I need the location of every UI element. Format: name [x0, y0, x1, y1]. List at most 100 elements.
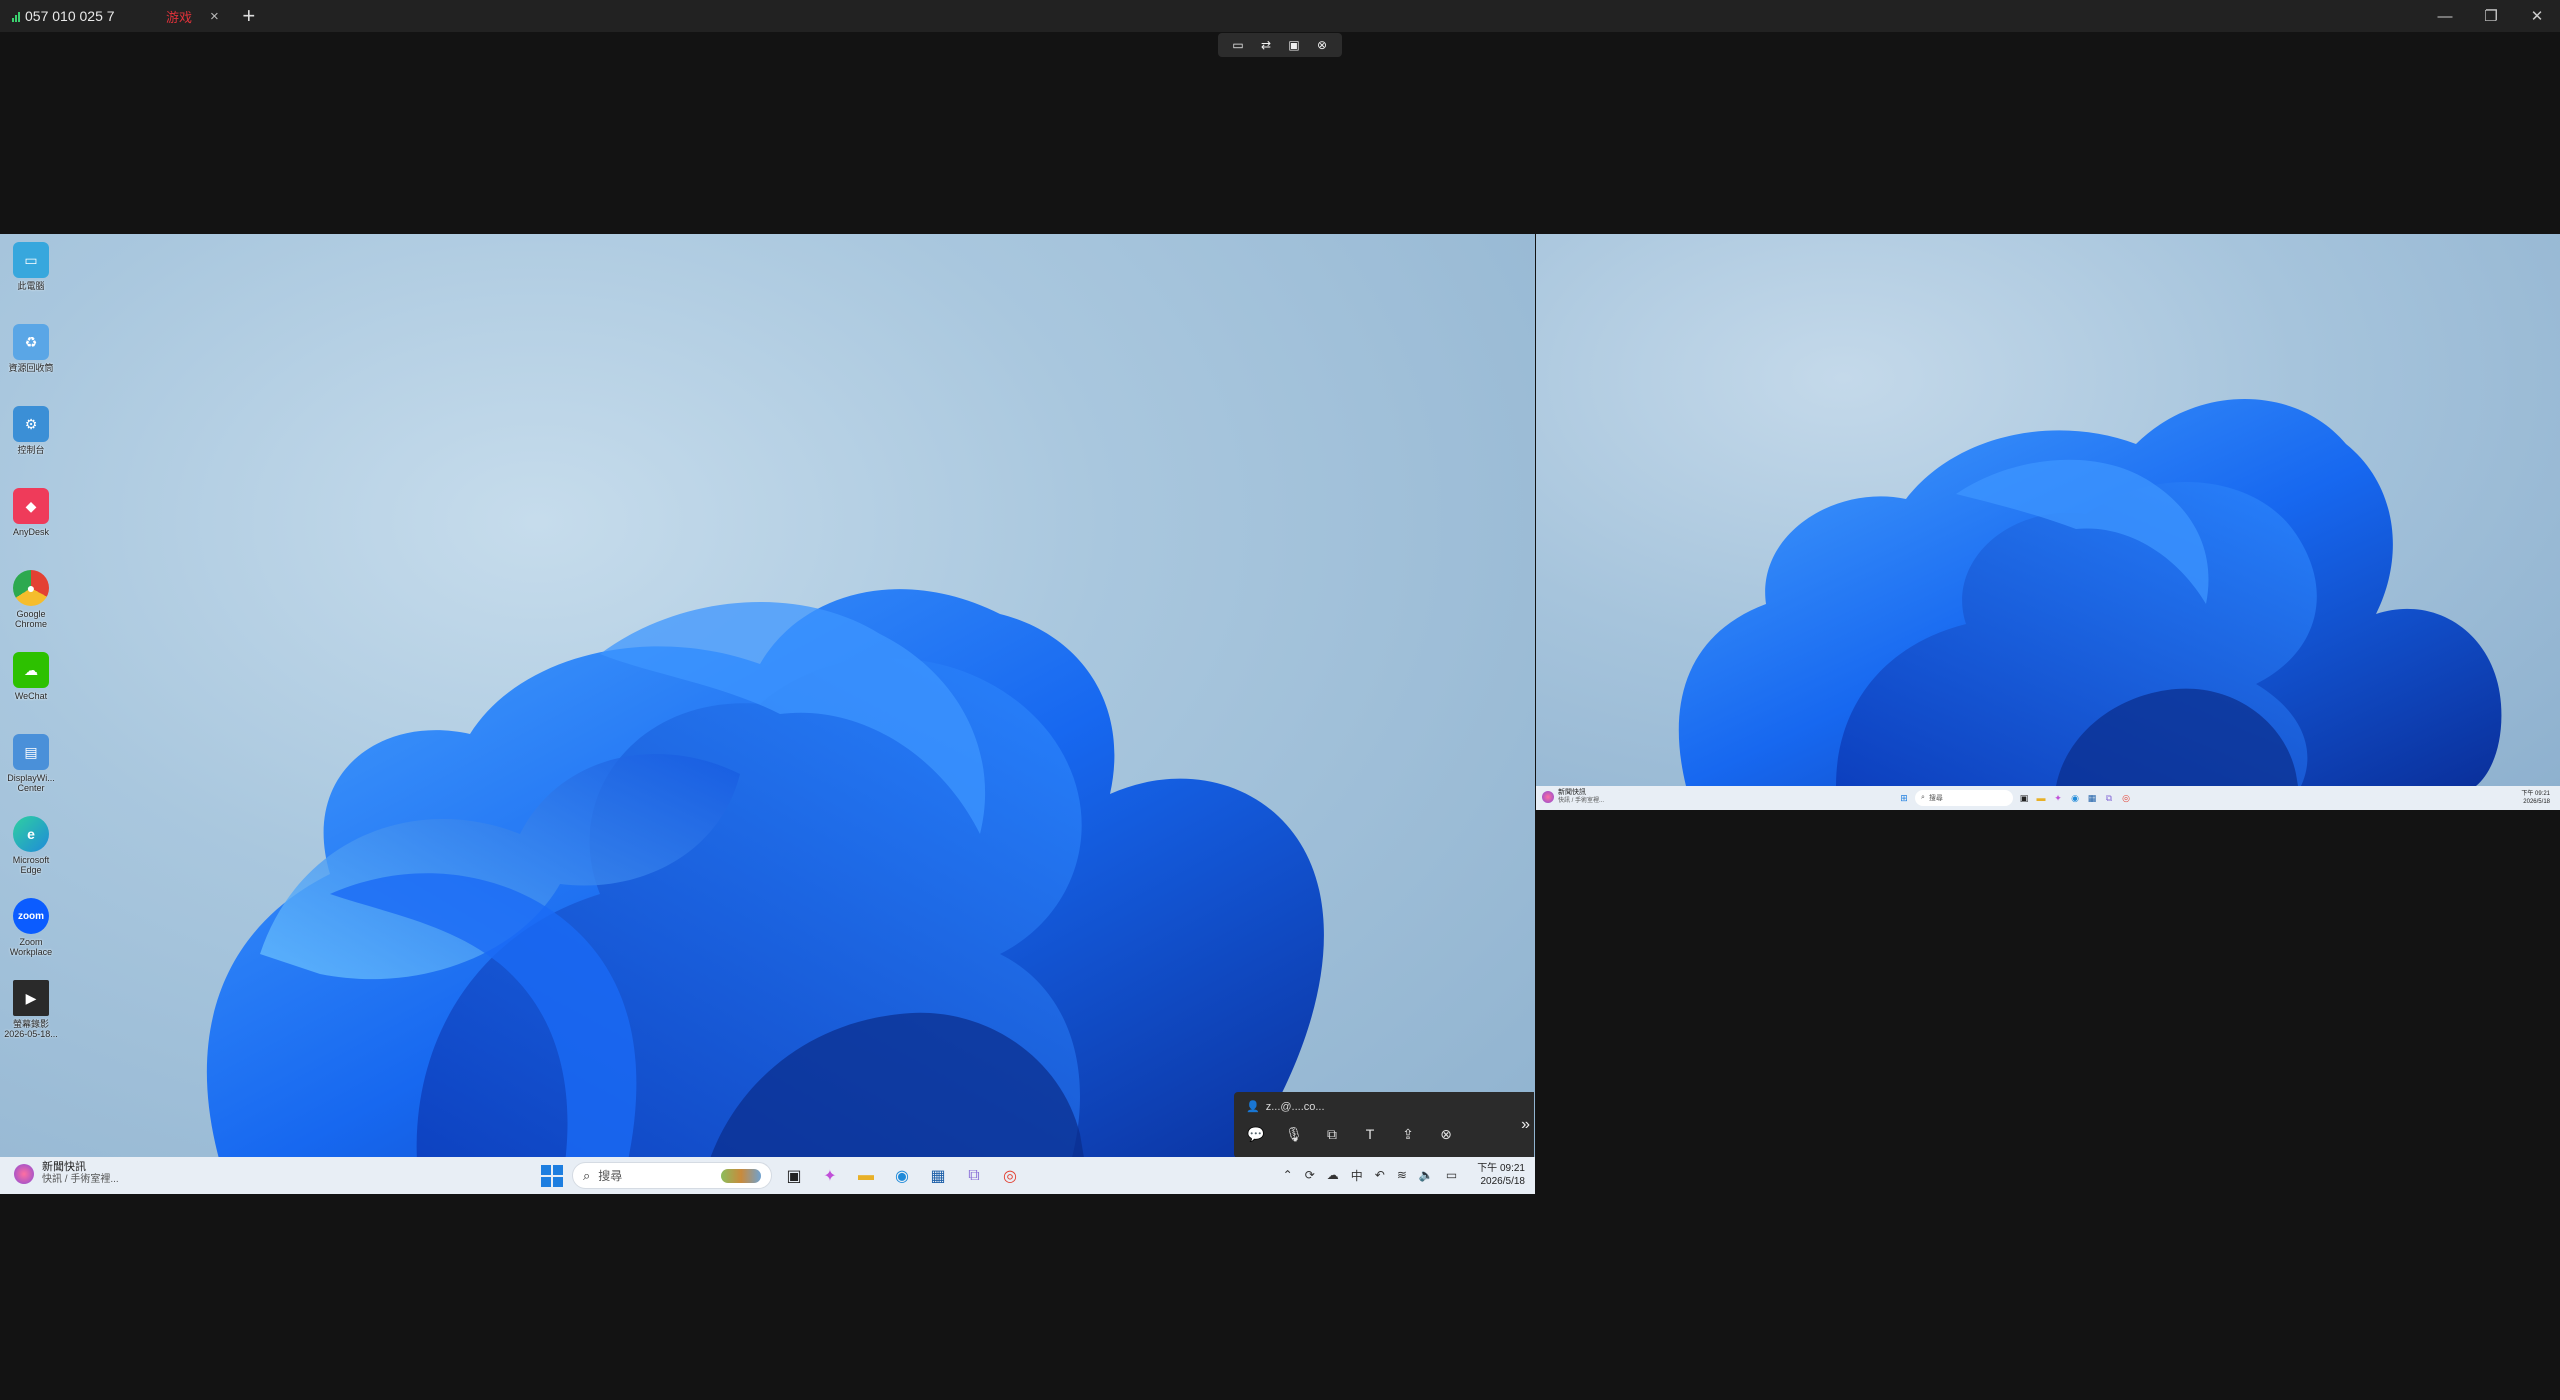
file-explorer-icon[interactable]: ▬ [2035, 792, 2047, 804]
desktop-icon-label: Microsoft Edge [12, 855, 50, 875]
close-tab-icon[interactable]: × [210, 8, 219, 25]
edge-icon[interactable]: ◉ [888, 1162, 916, 1190]
start-icon[interactable]: ⊞ [1898, 792, 1910, 804]
control-buttons: 💬 🎙 ⧉ T ⇪ ⊗ [1244, 1122, 1458, 1146]
edge-icon[interactable]: ◉ [2069, 792, 2081, 804]
desktop-icon-display-center[interactable]: ▤ DisplayWi... Center [4, 732, 58, 814]
news-widget[interactable]: 新聞快訊 快訊 / 手術室裡... [14, 1161, 119, 1186]
expand-icon[interactable]: » [1521, 1116, 1530, 1134]
tab-badge[interactable]: 游戏 × [150, 0, 231, 32]
clock[interactable]: 下午 09:21 2026/5/18 [1477, 1162, 1525, 1188]
remote-app-icon[interactable]: ⧉ [2103, 792, 2115, 804]
task-view-icon[interactable]: ▣ [780, 1162, 808, 1190]
microphone-icon[interactable]: 🎙 [1282, 1122, 1306, 1146]
desktop-icon-video-file[interactable]: ▶ 螢幕錄影 2026-05-18... [4, 978, 58, 1060]
search-placeholder: 搜尋 [598, 1169, 623, 1183]
zoom-icon: zoom [13, 898, 49, 934]
news-subtitle: 快訊 / 手術室裡... [42, 1174, 119, 1185]
chrome-icon: ● [13, 570, 49, 606]
desktop-icon-label: 資源回收筒 [8, 363, 54, 373]
monitor-icon[interactable]: ▭ [1228, 38, 1248, 52]
desktop-icon-label: 控制台 [17, 445, 45, 455]
file-transfer-icon[interactable]: ⇪ [1396, 1122, 1420, 1146]
store-icon[interactable]: ▦ [2086, 792, 2098, 804]
news-icon [14, 1163, 34, 1184]
control-panel-icon: ⚙ [13, 406, 49, 442]
news-icon [1542, 791, 1554, 803]
recycle-bin-icon: ♻ [13, 324, 49, 360]
news-title: 新聞快訊 [42, 1161, 86, 1173]
undo-icon[interactable]: ↶ [1375, 1168, 1385, 1182]
remote-app-icon[interactable]: ⧉ [960, 1162, 988, 1190]
anydesk-icon: ◆ [13, 488, 49, 524]
text-icon[interactable]: T [1358, 1122, 1382, 1146]
copilot-icon[interactable]: ✦ [816, 1162, 844, 1190]
desktop-icon-recycle-bin[interactable]: ♻ 資源回收筒 [4, 322, 58, 404]
tab-remote-session[interactable]: 057 010 025 7 [0, 0, 150, 32]
clock-time: 下午 09:21 [2521, 791, 2550, 797]
new-tab-button[interactable]: + [231, 0, 267, 32]
wifi-icon[interactable]: ≋ [1397, 1168, 1407, 1182]
desktop-icon-label: DisplayWi... Center [7, 773, 55, 793]
store-icon[interactable]: ▦ [924, 1162, 952, 1190]
desktop-icon-label: Google Chrome [14, 609, 47, 629]
chrome-icon[interactable]: ◎ [2120, 792, 2132, 804]
desktop-icon-label: 螢幕錄影 2026-05-18... [4, 1019, 58, 1039]
news-title: 新聞快訊 [1558, 789, 1586, 796]
chrome-icon[interactable]: ◎ [996, 1162, 1024, 1190]
news-widget[interactable]: 新聞快訊 快訊 / 手術室裡... [1542, 789, 1604, 805]
edge-icon: e [13, 816, 49, 852]
remote-screen-primary[interactable]: ▭ 此電腦 ♻ 資源回收筒 ⚙ 控制台 ◆ AnyDesk ● Google Chrome… [0, 234, 1535, 1194]
title-bar: 057 010 025 7 游戏 × + — ❐ ✕ [0, 0, 2560, 32]
remote-screen-secondary[interactable]: 新聞快訊 快訊 / 手術室裡... ⊞ ⌕ 搜尋 ▣ ▬ ✦ ◉ ▦ ⧉ ◎ 下… [1536, 234, 2560, 810]
desktop-icon-control-panel[interactable]: ⚙ 控制台 [4, 404, 58, 486]
taskbar-search[interactable]: ⌕ 搜尋 [1915, 790, 2013, 806]
system-tray: ⌃ ⟳ ☁ 中 ↶ ≋ 🔈 ▭ 下午 09:21 2026/5/18 [1283, 1160, 1525, 1190]
user-icon: 👤 [1246, 1101, 1260, 1113]
desktop-icon-label: 此電腦 [17, 281, 45, 291]
start-button[interactable] [540, 1164, 564, 1188]
volume-icon[interactable]: 🔈 [1419, 1168, 1434, 1182]
desktop-icon-wechat[interactable]: ☁ WeChat [4, 650, 58, 732]
session-toolbar: ▭ ⇄ ▣ ⊗ [1218, 33, 1342, 57]
battery-icon[interactable]: ▭ [1446, 1168, 1457, 1182]
close-circle-icon[interactable]: ⊗ [1434, 1122, 1458, 1146]
chat-icon[interactable]: 💬 [1244, 1122, 1268, 1146]
desktop-icon-label: Zoom Workplace [9, 937, 53, 957]
task-view-icon[interactable]: ▣ [2018, 792, 2030, 804]
search-placeholder: 搜尋 [1928, 795, 1943, 802]
taskbar-secondary: 新聞快訊 快訊 / 手術室裡... ⊞ ⌕ 搜尋 ▣ ▬ ✦ ◉ ▦ ⧉ ◎ 下… [1536, 786, 2560, 810]
search-highlight-icon [721, 1168, 761, 1183]
close-circle-icon[interactable]: ⊗ [1312, 38, 1332, 52]
desktop-icon-zoom[interactable]: zoom Zoom Workplace [4, 896, 58, 978]
desktop-icon-edge[interactable]: e Microsoft Edge [4, 814, 58, 896]
search-icon: ⌕ [1921, 794, 1925, 801]
screen-share-icon[interactable]: ⧉ [1320, 1122, 1344, 1146]
minimize-button[interactable]: — [2422, 0, 2468, 32]
window-controls: — ❐ ✕ [2422, 0, 2560, 32]
desktop-icon-this-pc[interactable]: ▭ 此電腦 [4, 240, 58, 322]
desktop-icon-label: WeChat [14, 691, 48, 701]
switch-icon[interactable]: ⇄ [1256, 38, 1276, 52]
chevron-up-icon[interactable]: ⌃ [1283, 1168, 1293, 1182]
desktop-icon-list: ▭ 此電腦 ♻ 資源回收筒 ⚙ 控制台 ◆ AnyDesk ● Google Chrome… [4, 240, 58, 1060]
news-subtitle: 快訊 / 手術室裡... [1558, 798, 1605, 804]
sync-icon[interactable]: ⟳ [1305, 1168, 1315, 1182]
copilot-icon[interactable]: ✦ [2052, 792, 2064, 804]
display-icon[interactable]: ▣ [1284, 38, 1304, 52]
onedrive-icon[interactable]: ☁ [1327, 1168, 1339, 1182]
video-file-icon: ▶ [13, 980, 49, 1016]
remote-control-panel: 👤 z...@....co... 💬 🎙 ⧉ T ⇪ ⊗ » [1234, 1092, 1534, 1158]
desktop-icon-chrome[interactable]: ● Google Chrome [4, 568, 58, 650]
tab-label: 057 010 025 7 [25, 8, 115, 24]
session-user: 👤 z...@....co... [1246, 1100, 1325, 1114]
close-window-button[interactable]: ✕ [2514, 0, 2560, 32]
taskbar-center: ⊞ ⌕ 搜尋 ▣ ▬ ✦ ◉ ▦ ⧉ ◎ [1898, 790, 2132, 806]
desktop-icon-anydesk[interactable]: ◆ AnyDesk [4, 486, 58, 568]
clock[interactable]: 下午 09:21 2026/5/18 [2521, 790, 2550, 806]
file-explorer-icon[interactable]: ▬ [852, 1162, 880, 1190]
wallpaper-bloom [206, 589, 1324, 1194]
restore-button[interactable]: ❐ [2468, 0, 2514, 32]
ime-label[interactable]: 中 [1351, 1167, 1363, 1184]
taskbar-search[interactable]: ⌕ 搜尋 [572, 1162, 772, 1189]
